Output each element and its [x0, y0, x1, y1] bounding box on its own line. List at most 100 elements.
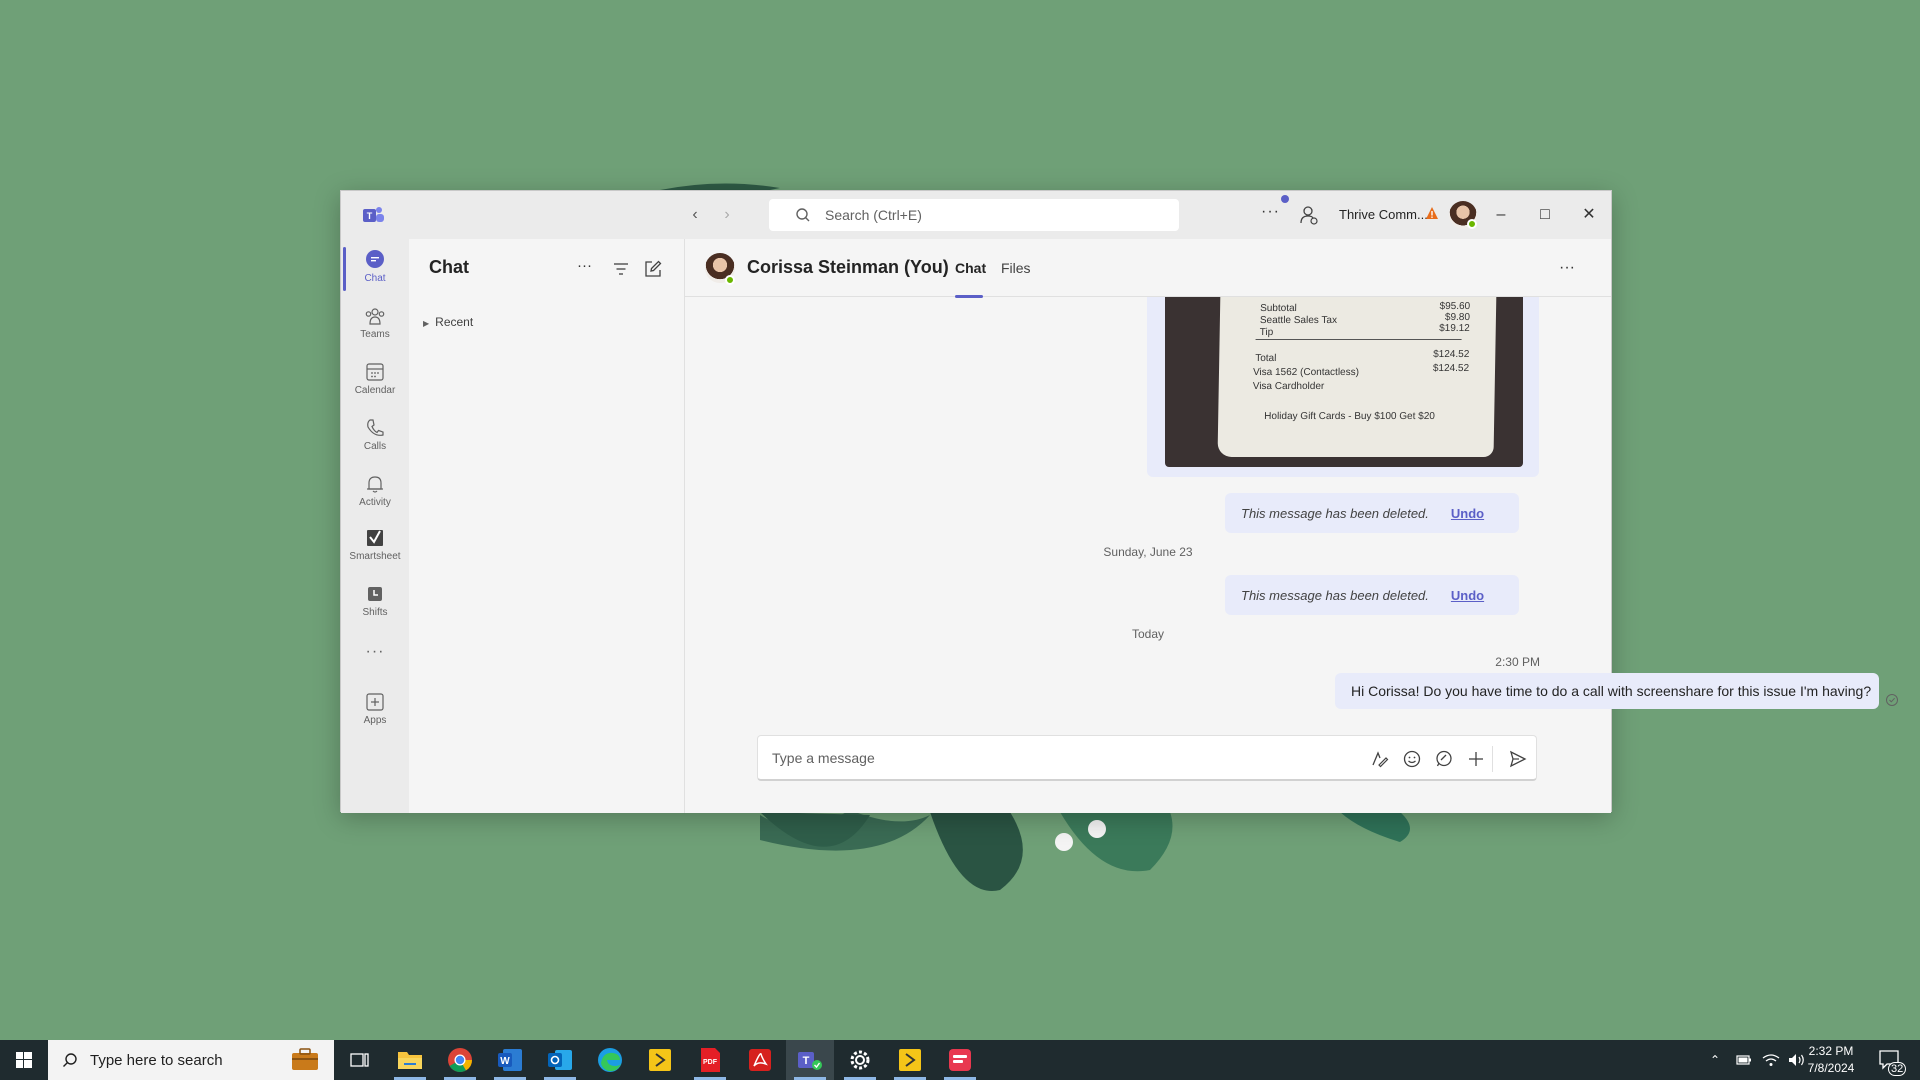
new-chat-icon[interactable]: [643, 259, 663, 279]
org-name[interactable]: Thrive Comm...: [1339, 207, 1428, 222]
file-explorer-icon[interactable]: [386, 1040, 434, 1080]
windows-start-icon[interactable]: [0, 1040, 48, 1080]
network-icon[interactable]: [1762, 1053, 1780, 1067]
smartsheet-icon: [367, 530, 383, 546]
app-yellow2-icon[interactable]: [886, 1040, 934, 1080]
rail-label: Teams: [360, 329, 390, 340]
contact-name: Corissa Steinman (You): [747, 257, 949, 277]
warning-icon: [1426, 207, 1438, 219]
rail-label: Calls: [363, 441, 387, 452]
deleted-text: This message has been deleted.: [1241, 587, 1429, 603]
rail-item-smartsheet[interactable]: Smartsheet: [341, 521, 409, 573]
rail-item-chat[interactable]: Chat: [341, 243, 409, 295]
date-divider: Today: [1131, 627, 1165, 641]
receipt-line-value: $19.12: [1439, 323, 1470, 334]
svg-text:PDF: PDF: [703, 1059, 718, 1066]
teams-logo-icon[interactable]: T: [363, 205, 385, 225]
app-red-icon[interactable]: [936, 1040, 984, 1080]
rail-item-apps[interactable]: Apps: [341, 685, 409, 737]
app-yellow-icon[interactable]: [636, 1040, 684, 1080]
rail-item-calls[interactable]: Calls: [341, 411, 409, 463]
active-tab-indicator: [955, 295, 983, 298]
receipt-line-value: $124.52: [1433, 349, 1470, 360]
taskbar-clock[interactable]: 2:32 PM 7/8/2024: [1796, 1043, 1866, 1077]
task-view-icon[interactable]: [336, 1040, 384, 1080]
chat-more-icon[interactable]: ···: [577, 257, 597, 277]
settings-icon[interactable]: [836, 1040, 884, 1080]
send-icon[interactable]: [1508, 749, 1528, 769]
pdf-red-icon[interactable]: PDF: [686, 1040, 734, 1080]
emoji-icon[interactable]: [1402, 749, 1422, 769]
presence-available-icon: [725, 275, 735, 285]
rail-item-calendar[interactable]: Calendar: [341, 355, 409, 407]
sent-message[interactable]: Hi Corissa! Do you have time to do a cal…: [1335, 673, 1879, 709]
deleted-message: This message has been deleted. Undo: [1225, 493, 1519, 533]
recent-section-toggle[interactable]: ▶ Recent: [423, 315, 473, 329]
minimize-icon[interactable]: –: [1487, 201, 1515, 229]
calendar-icon: [366, 363, 384, 381]
caret-right-icon: ▶: [423, 319, 430, 328]
teams-taskbar-icon[interactable]: T: [786, 1040, 834, 1080]
phone-icon: [367, 419, 384, 436]
clock-date: 7/8/2024: [1807, 1061, 1855, 1075]
chrome-icon[interactable]: [436, 1040, 484, 1080]
rail-label: Apps: [363, 715, 387, 726]
tab-files[interactable]: Files: [1001, 260, 1031, 276]
notification-count-badge: 32: [1888, 1062, 1907, 1076]
word-icon[interactable]: W: [486, 1040, 534, 1080]
forward-arrow-icon[interactable]: ›: [717, 205, 737, 225]
rail-item-more[interactable]: ···: [341, 633, 409, 685]
svg-text:T: T: [367, 211, 373, 221]
people-settings-icon[interactable]: [1299, 205, 1319, 225]
message-text: Hi Corissa! Do you have time to do a cal…: [1351, 683, 1872, 699]
receipt-line-label: Tip: [1259, 327, 1274, 338]
edge-icon[interactable]: [586, 1040, 634, 1080]
shifts-icon: [368, 587, 382, 601]
rail-item-teams[interactable]: Teams: [341, 299, 409, 351]
outlook-icon[interactable]: [536, 1040, 584, 1080]
more-icon: ···: [365, 643, 385, 660]
format-icon[interactable]: [1370, 749, 1390, 769]
receipt-line-label: Seattle Sales Tax: [1259, 315, 1338, 326]
receipt-line-value: $9.80: [1444, 312, 1471, 323]
header-more-icon[interactable]: ···: [1559, 259, 1575, 277]
message-timestamp: 2:30 PM: [1495, 655, 1540, 669]
back-arrow-icon[interactable]: ‹: [685, 205, 705, 225]
receipt-image[interactable]: Subtotal $95.60 Seattle Sales Tax $9.80 …: [1165, 297, 1523, 467]
receipt-line-value: $124.52: [1432, 363, 1470, 374]
filter-icon[interactable]: [611, 259, 631, 279]
close-icon[interactable]: ✕: [1575, 201, 1603, 229]
battery-icon[interactable]: [1736, 1054, 1752, 1066]
search-input[interactable]: Search (Ctrl+E): [769, 199, 1179, 231]
image-message[interactable]: Subtotal $95.60 Seattle Sales Tax $9.80 …: [1147, 297, 1539, 477]
date-divider: Sunday, June 23: [1103, 545, 1193, 559]
rail-label: Smartsheet: [349, 551, 401, 562]
recent-label: Recent: [435, 315, 474, 329]
rail-item-activity[interactable]: Activity: [341, 467, 409, 519]
taskbar-search-input[interactable]: Type here to search: [48, 1040, 334, 1080]
acrobat-icon[interactable]: [736, 1040, 784, 1080]
chat-list-title: Chat: [429, 257, 469, 277]
undo-link[interactable]: Undo: [1451, 506, 1484, 521]
plus-icon[interactable]: [1466, 749, 1486, 769]
receipt-rule: [1255, 339, 1462, 340]
chat-header: Corissa Steinman (You) Chat Files ···: [685, 239, 1611, 298]
title-bar: T ‹ › Search (Ctrl+E) ··· Thrive Comm...: [341, 191, 1611, 239]
maximize-icon[interactable]: □: [1531, 201, 1559, 229]
briefcase-icon[interactable]: [290, 1046, 320, 1072]
chat-icon: [366, 250, 384, 268]
bell-icon: [367, 476, 383, 493]
teams-window: T ‹ › Search (Ctrl+E) ··· Thrive Comm...: [340, 190, 1898, 813]
rail-item-shifts[interactable]: Shifts: [341, 577, 409, 629]
receipt-footer: Holiday Gift Cards - Buy $100 Get $20: [1264, 411, 1435, 422]
system-tray: ⌃: [1710, 1040, 1806, 1080]
receipt-line-value: $95.60: [1439, 301, 1471, 312]
rail-label: Calendar: [354, 385, 396, 396]
chevron-up-icon[interactable]: ⌃: [1710, 1053, 1720, 1067]
loop-icon[interactable]: [1434, 749, 1454, 769]
compose-box[interactable]: Type a message: [757, 735, 1537, 781]
undo-link[interactable]: Undo: [1451, 588, 1484, 603]
tab-chat[interactable]: Chat: [955, 260, 986, 276]
more-options-icon[interactable]: ···: [1261, 203, 1280, 221]
svg-text:W: W: [500, 1056, 510, 1067]
